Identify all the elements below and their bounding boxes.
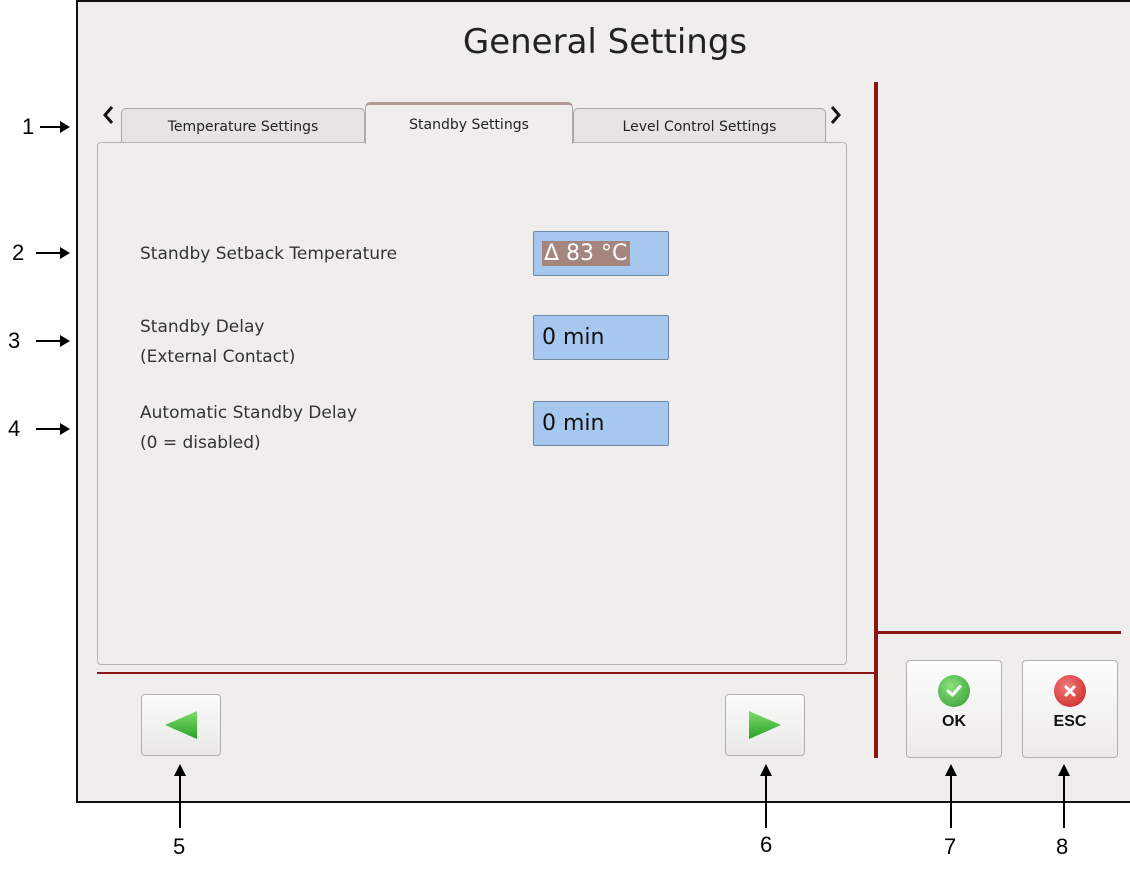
automatic-standby-delay-field[interactable]: 0 min (533, 401, 669, 446)
ok-label: OK (942, 713, 966, 730)
tab-label: Temperature Settings (167, 119, 319, 135)
arrow-right-icon (749, 711, 781, 739)
callout-7: 7 (944, 834, 957, 859)
callout-4: 4 (8, 416, 21, 441)
esc-label: ESC (1053, 713, 1087, 730)
callout-5: 5 (173, 834, 186, 859)
tab-scroll-right-icon[interactable] (829, 104, 843, 132)
tab-label: Level Control Settings (622, 119, 777, 135)
previous-button[interactable] (141, 694, 221, 756)
callout-8: 8 (1056, 834, 1069, 859)
arrow-right-icon (36, 423, 70, 435)
tab-scroll-left-icon[interactable] (101, 104, 115, 132)
tab-label: Standby Settings (409, 117, 529, 133)
standby-delay-field[interactable]: 0 min (533, 315, 669, 360)
setback-temperature-field[interactable]: Δ 83 °C (533, 231, 669, 276)
arrow-up-icon (945, 764, 957, 828)
selected-value: Δ 83 °C (542, 241, 631, 266)
arrow-up-icon (1058, 764, 1070, 828)
callout-6: 6 (760, 832, 773, 857)
setting-label-line: (External Contact) (140, 347, 296, 367)
page-title: General Settings (462, 22, 748, 62)
arrow-right-icon (40, 121, 70, 133)
setting-label-line: Automatic Standby Delay (140, 403, 358, 423)
close-icon (1054, 675, 1086, 707)
right-horizontal-divider (878, 631, 1121, 634)
arrow-left-icon (165, 711, 197, 739)
tab-temperature-settings[interactable]: Temperature Settings (121, 108, 365, 142)
next-button[interactable] (725, 694, 805, 756)
setting-label-setback-temperature: Standby Setback Temperature (140, 239, 397, 269)
esc-button[interactable]: ESC (1022, 660, 1118, 758)
setting-label-line: Standby Setback Temperature (140, 244, 398, 264)
callout-3: 3 (8, 328, 21, 353)
vertical-divider (874, 82, 878, 758)
callout-1: 1 (22, 114, 35, 139)
arrow-right-icon (36, 335, 70, 347)
arrow-up-icon (174, 764, 186, 828)
setting-label-line: (0 = disabled) (140, 433, 261, 453)
tab-level-control-settings[interactable]: Level Control Settings (573, 108, 826, 142)
setting-label-line: Standby Delay (140, 317, 265, 337)
setting-label-automatic-standby-delay: Automatic Standby Delay (0 = disabled) (140, 398, 357, 458)
tab-standby-settings[interactable]: Standby Settings (365, 102, 573, 144)
arrow-up-icon (760, 764, 772, 828)
checkmark-icon (938, 675, 970, 707)
arrow-right-icon (36, 247, 70, 259)
setting-label-standby-delay: Standby Delay (External Contact) (140, 312, 295, 372)
callout-2: 2 (12, 240, 25, 265)
bottom-horizontal-divider (97, 672, 874, 674)
ok-button[interactable]: OK (906, 660, 1002, 758)
